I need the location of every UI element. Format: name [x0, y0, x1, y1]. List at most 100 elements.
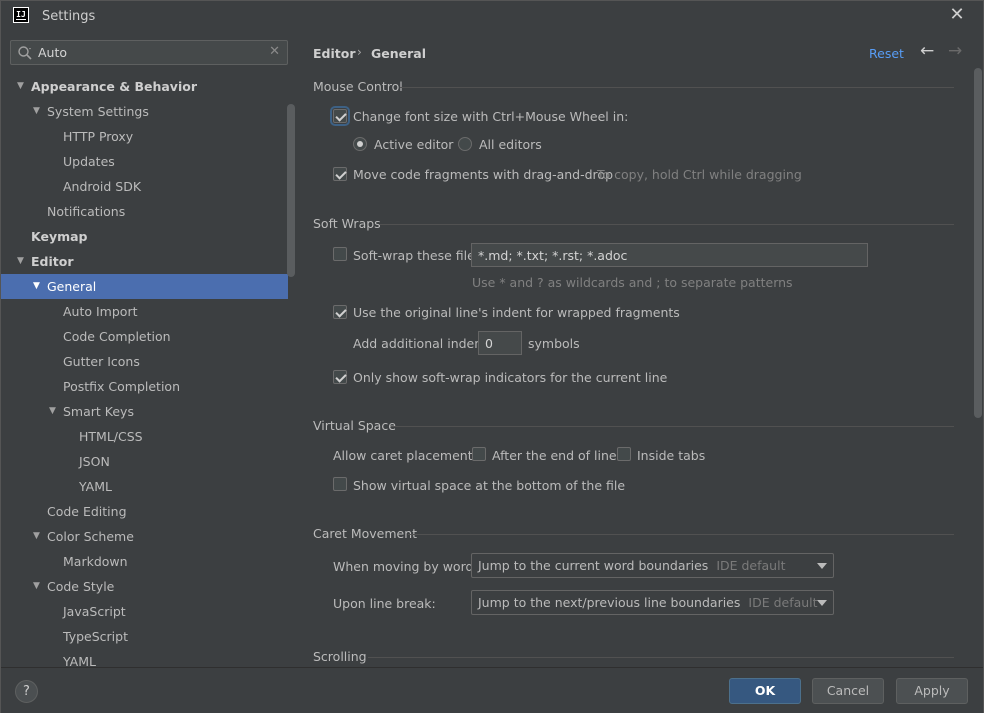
drag-drop-label[interactable]: Move code fragments with drag-and-drop: [353, 167, 613, 182]
caret-placement-label: Allow caret placement:: [333, 448, 477, 463]
sidebar-scrollbar[interactable]: [287, 104, 295, 277]
tree-item-label: Color Scheme: [47, 529, 134, 544]
settings-sidebar: ✕ ▼Appearance & Behavior▼System Settings…: [1, 31, 296, 667]
tree-item-appearance-behavior[interactable]: ▼ Appearance & Behavior: [1, 74, 288, 99]
cancel-button[interactable]: Cancel: [812, 678, 884, 704]
tree-item-label: Keymap: [31, 229, 88, 244]
section-divider: [391, 426, 954, 427]
tree-item-auto-import[interactable]: Auto Import: [1, 299, 288, 324]
after-end-of-line-label[interactable]: After the end of line: [492, 448, 617, 463]
content-scrollbar[interactable]: [974, 68, 982, 418]
only-show-indicators-checkbox[interactable]: [333, 370, 347, 384]
inside-tabs-checkbox[interactable]: [617, 447, 631, 461]
tree-item-label: Android SDK: [63, 179, 142, 194]
tree-item-postfix-completion[interactable]: Postfix Completion: [1, 374, 288, 399]
tree-item-keymap[interactable]: Keymap: [1, 224, 288, 249]
line-break-dropdown[interactable]: Jump to the next/previous line boundarie…: [471, 590, 834, 615]
apply-button[interactable]: Apply: [896, 678, 968, 704]
all-editors-radio[interactable]: [458, 137, 472, 151]
tree-item-label: Markdown: [63, 554, 128, 569]
breadcrumb-separator: ›: [357, 45, 362, 59]
chevron-down-icon: [817, 563, 827, 569]
settings-window: IJ Settings ✕ ✕ ▼Appearance & Behavior▼S…: [0, 0, 984, 713]
tree-item-label: YAML: [79, 479, 112, 494]
tree-item-http-proxy[interactable]: HTTP Proxy: [1, 124, 288, 149]
chevron-down-icon[interactable]: ▼: [17, 74, 29, 99]
active-editor-radio[interactable]: [353, 137, 367, 151]
chevron-down-icon[interactable]: ▼: [33, 274, 45, 299]
search-input[interactable]: [38, 43, 258, 62]
soft-wrap-files-label[interactable]: Soft-wrap these files:: [353, 248, 486, 263]
chevron-down-icon[interactable]: ▼: [33, 524, 45, 549]
clear-search-icon[interactable]: ✕: [269, 44, 280, 59]
moving-words-dropdown[interactable]: Jump to the current word boundaries IDE d…: [471, 553, 834, 578]
inside-tabs-label[interactable]: Inside tabs: [637, 448, 705, 463]
chevron-down-icon[interactable]: ▼: [49, 399, 61, 424]
tree-item-html-css[interactable]: HTML/CSS: [1, 424, 288, 449]
tree-item-yaml[interactable]: YAML: [1, 474, 288, 499]
tree-item-system-settings[interactable]: ▼ System Settings: [1, 99, 288, 124]
after-end-of-line-checkbox[interactable]: [472, 447, 486, 461]
tree-item-label: HTTP Proxy: [63, 129, 134, 144]
chevron-down-icon: [817, 600, 827, 606]
chevron-down-icon[interactable]: ▼: [33, 99, 45, 124]
moving-words-label: When moving by words:: [333, 559, 485, 574]
search-box[interactable]: ✕: [10, 40, 288, 65]
chevron-down-icon[interactable]: ▼: [17, 249, 29, 274]
window-title: Settings: [42, 9, 96, 24]
section-virtual-space: Virtual Space: [313, 418, 396, 433]
help-button[interactable]: ?: [15, 680, 38, 703]
tree-item-label: Appearance & Behavior: [31, 79, 197, 94]
tree-item-gutter-icons[interactable]: Gutter Icons: [1, 349, 288, 374]
tree-item-label: Auto Import: [63, 304, 138, 319]
close-icon[interactable]: ✕: [947, 6, 967, 26]
change-font-size-label[interactable]: Change font size with Ctrl+Mouse Wheel i…: [353, 109, 628, 124]
tree-item-label: Code Style: [47, 579, 115, 594]
tree-item-typescript[interactable]: TypeScript: [1, 624, 288, 649]
additional-indent-field[interactable]: [478, 331, 522, 355]
back-arrow-icon[interactable]: ←: [920, 41, 934, 61]
tree-item-label: YAML: [63, 654, 96, 667]
symbols-label: symbols: [528, 336, 580, 351]
tree-item-general[interactable]: ▼ General: [1, 274, 288, 299]
only-show-indicators-label[interactable]: Only show soft-wrap indicators for the c…: [353, 370, 667, 385]
soft-wrap-files-checkbox[interactable]: [333, 247, 347, 261]
tree-item-android-sdk[interactable]: Android SDK: [1, 174, 288, 199]
breadcrumb-editor[interactable]: Editor: [313, 46, 356, 61]
section-soft-wraps: Soft Wraps: [313, 216, 381, 231]
tree-item-label: Notifications: [47, 204, 126, 219]
tree-item-notifications[interactable]: Notifications: [1, 199, 288, 224]
change-font-size-checkbox[interactable]: [330, 106, 350, 126]
tree-item-smart-keys[interactable]: ▼ Smart Keys: [1, 399, 288, 424]
tree-item-yaml[interactable]: YAML: [1, 649, 288, 667]
reset-link[interactable]: Reset: [869, 46, 904, 61]
tree-item-editor[interactable]: ▼ Editor: [1, 249, 288, 274]
tree-item-json[interactable]: JSON: [1, 449, 288, 474]
show-virtual-space-checkbox[interactable]: [333, 477, 347, 491]
app-icon-text: IJ: [16, 10, 26, 20]
soft-wrap-patterns-field[interactable]: [471, 243, 868, 267]
drag-drop-checkbox[interactable]: [333, 167, 347, 181]
moving-words-default: IDE default: [716, 558, 786, 573]
tree-item-code-editing[interactable]: Code Editing: [1, 499, 288, 524]
chevron-down-icon[interactable]: ▼: [33, 574, 45, 599]
tree-item-updates[interactable]: Updates: [1, 149, 288, 174]
tree-item-markdown[interactable]: Markdown: [1, 549, 288, 574]
original-indent-checkbox[interactable]: [333, 305, 347, 319]
active-editor-label[interactable]: Active editor: [374, 137, 453, 152]
tree-item-javascript[interactable]: JavaScript: [1, 599, 288, 624]
tree-item-label: Smart Keys: [63, 404, 134, 419]
ok-button[interactable]: OK: [729, 678, 801, 704]
original-indent-label[interactable]: Use the original line's indent for wrapp…: [353, 305, 680, 320]
tree-item-code-style[interactable]: ▼ Code Style: [1, 574, 288, 599]
section-divider: [368, 657, 954, 658]
tree-item-color-scheme[interactable]: ▼ Color Scheme: [1, 524, 288, 549]
all-editors-label[interactable]: All editors: [479, 137, 542, 152]
patterns-hint: Use * and ? as wildcards and ; to separa…: [472, 275, 793, 290]
show-virtual-space-label[interactable]: Show virtual space at the bottom of the …: [353, 478, 625, 493]
tree-item-label: JavaScript: [63, 604, 126, 619]
tree-item-label: TypeScript: [63, 629, 128, 644]
tree-item-label: JSON: [79, 454, 110, 469]
intellij-app-icon: IJ: [13, 7, 29, 23]
tree-item-code-completion[interactable]: Code Completion: [1, 324, 288, 349]
